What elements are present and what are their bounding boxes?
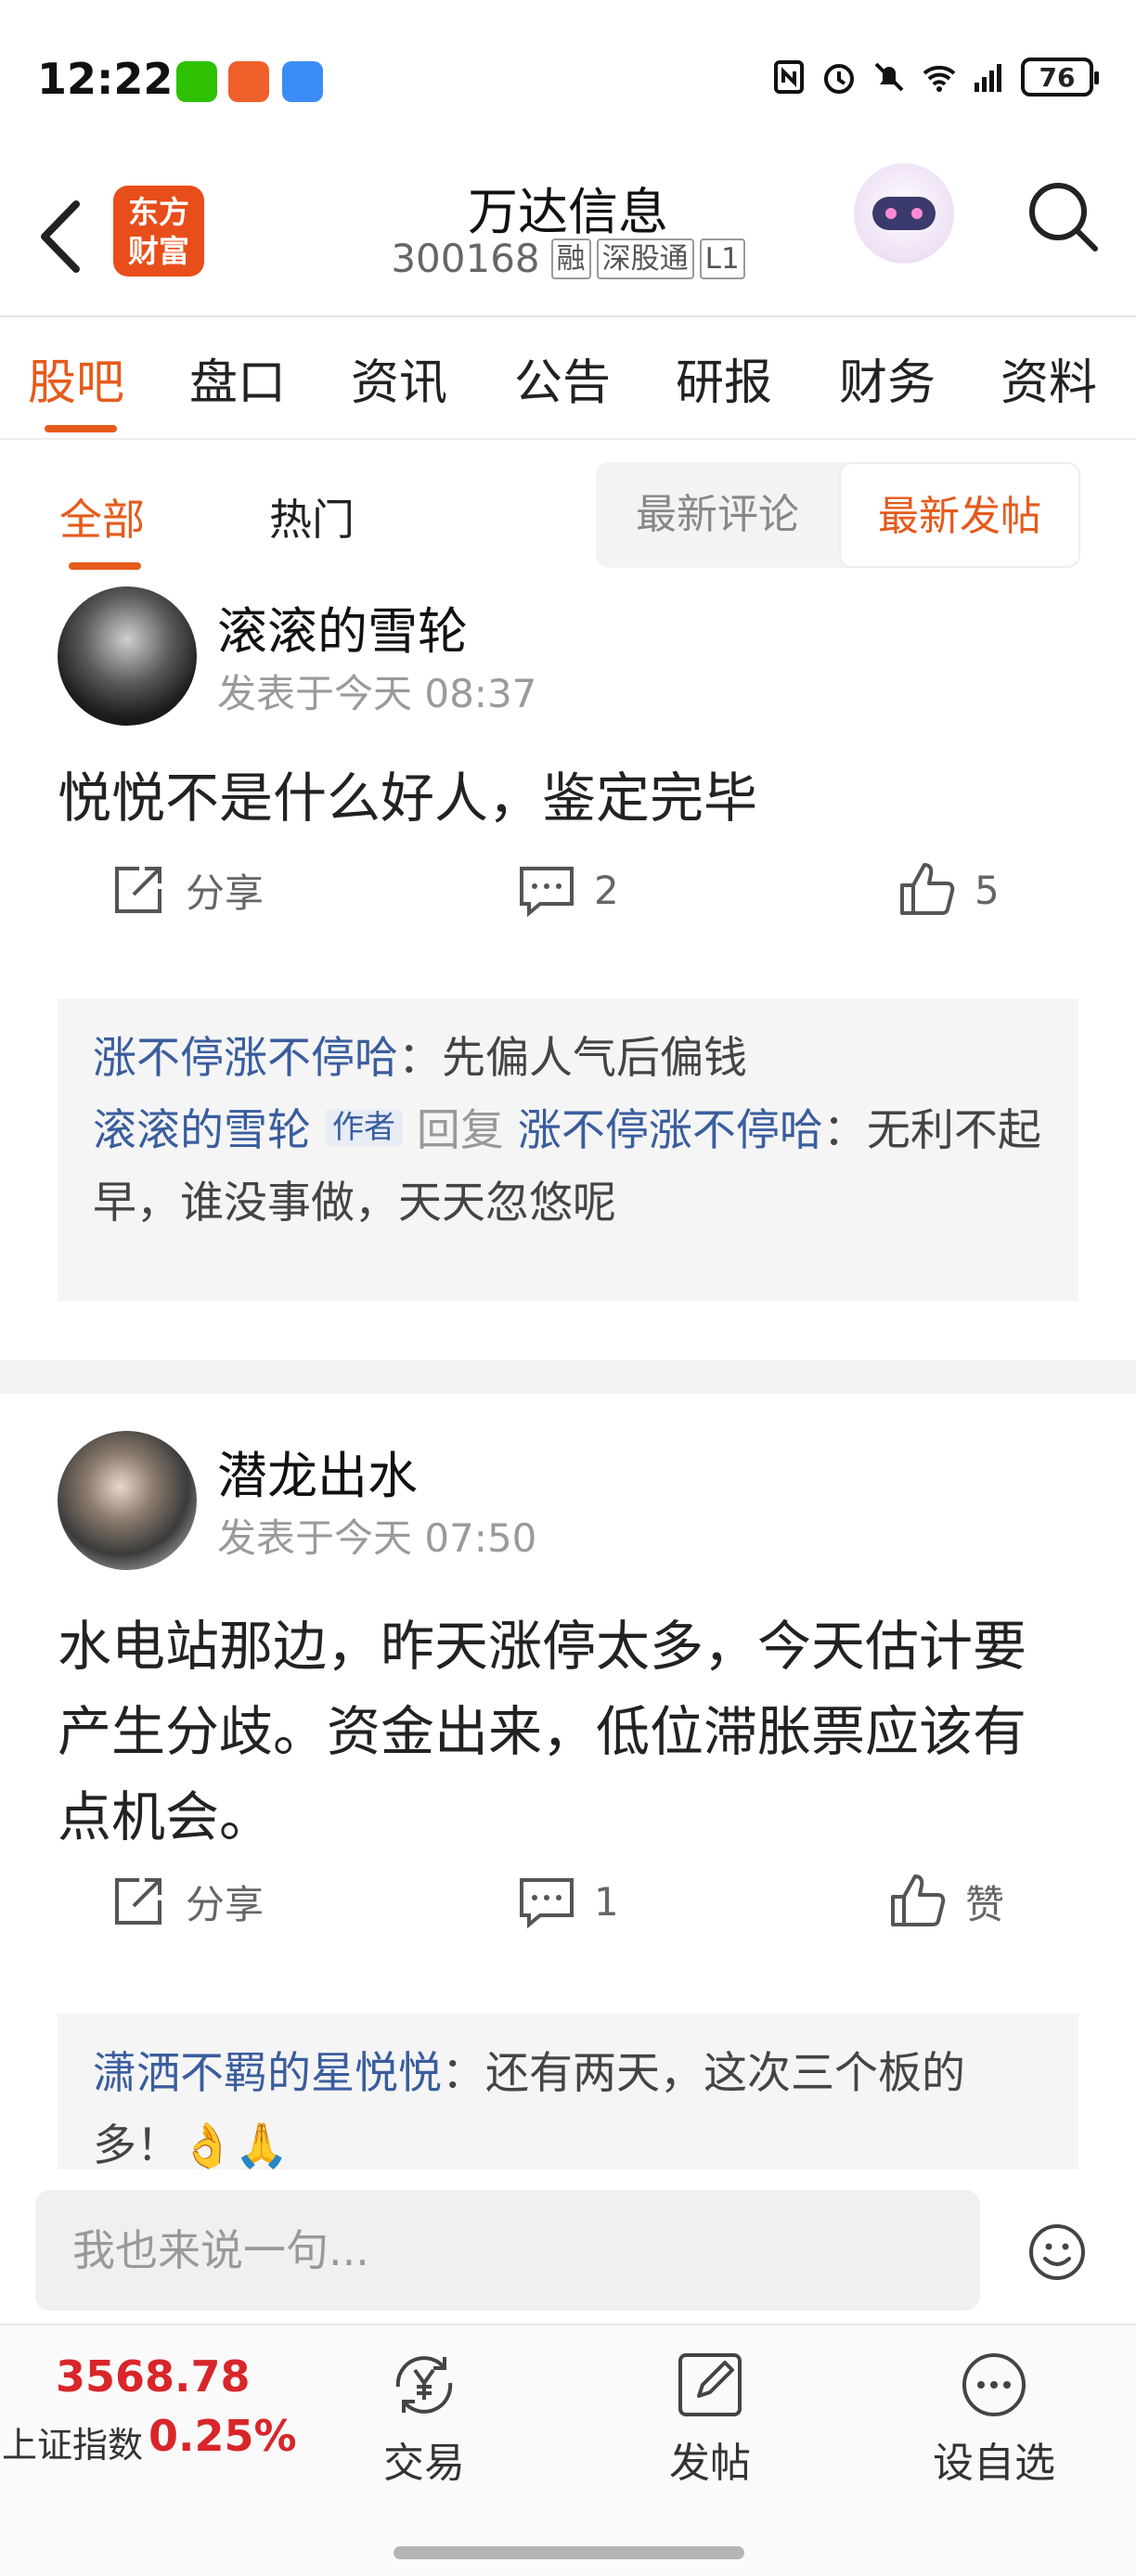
- filter-indicator: [69, 562, 141, 570]
- avatar[interactable]: [58, 586, 197, 726]
- stock-subtitle: 300168 融 深股通 L1: [0, 236, 1136, 281]
- share-label: 分享: [186, 1881, 265, 1927]
- like-button[interactable]: 5: [897, 859, 1000, 921]
- signal-icon: [975, 64, 1001, 92]
- bottom-bar: 3568.78 上证指数 0.25% 交易 发帖 设自选: [0, 2324, 1136, 2576]
- tab-research[interactable]: 研报: [676, 343, 772, 413]
- tab-finance[interactable]: 财务: [839, 343, 936, 413]
- tab-guba[interactable]: 股吧: [28, 343, 124, 413]
- comment-item: 潇洒不羁的星悦悦：还有两天，这次三个板的多！👌🙏: [93, 2038, 1043, 2170]
- status-time: 12:22: [37, 54, 174, 104]
- tag-margin: 融: [550, 238, 591, 279]
- share-button[interactable]: 分享: [108, 1871, 264, 1932]
- post-content[interactable]: 水电站那边，昨天涨停太多，今天估计要产生分歧。资金出来，低位滞胀票应该有点机会。: [58, 1604, 1041, 1860]
- emoji-icon[interactable]: [1026, 2222, 1088, 2283]
- index-name: 上证指数: [2, 2425, 144, 2466]
- battery-indicator: 76: [1021, 58, 1099, 97]
- wifi-icon: [923, 65, 956, 92]
- stock-tabs: 股吧 盘口 资讯 公告 研报 财务 资料: [0, 319, 1136, 440]
- assistant-robot-icon[interactable]: [854, 163, 954, 264]
- tab-announcements[interactable]: 公告: [514, 343, 611, 413]
- status-bar: 12:22 76: [0, 0, 1136, 158]
- share-label: 分享: [186, 869, 265, 916]
- comment-item: 涨不停涨不停哈：先偏人气后偏钱: [93, 1023, 1043, 1095]
- reply-word: 回复: [416, 1105, 504, 1156]
- post-time: 发表于今天 08:37: [217, 671, 537, 716]
- post-divider: [0, 1360, 1136, 1394]
- post-author[interactable]: 潜龙出水: [217, 1435, 418, 1508]
- comment-count: 2: [594, 867, 619, 913]
- like-label: 赞: [965, 1881, 1005, 1927]
- index-change: 0.25%: [148, 2411, 297, 2461]
- post-content[interactable]: 悦悦不是什么好人，鉴定完毕: [58, 755, 1041, 841]
- post-label: 发帖: [669, 2440, 751, 2487]
- filter-all[interactable]: 全部: [59, 486, 145, 547]
- thumbs-up-icon: [891, 1874, 946, 1926]
- filter-hot[interactable]: 热门: [269, 486, 355, 547]
- more-icon: [962, 2353, 1026, 2416]
- comment-user[interactable]: 潇洒不羁的星悦悦: [93, 2048, 442, 2099]
- post-author[interactable]: 滚滚的雪轮: [217, 590, 468, 663]
- comment-preview[interactable]: 涨不停涨不停哈：先偏人气后偏钱 滚滚的雪轮 作者 回复 涨不停涨不停哈：无利不起…: [58, 998, 1078, 1301]
- comment-preview[interactable]: 潇洒不羁的星悦悦：还有两天，这次三个板的多！👌🙏: [58, 2014, 1078, 2170]
- add-watchlist-label: 设自选: [933, 2440, 1055, 2487]
- share-icon: [115, 867, 161, 913]
- compose-icon: [678, 2353, 742, 2416]
- app-notification-icon: [228, 61, 269, 102]
- comment-icon: [520, 867, 574, 918]
- comment-user[interactable]: 滚滚的雪轮: [93, 1105, 311, 1156]
- tag-shenzhen-connect: 深股通: [596, 238, 694, 279]
- stock-name: 万达信息: [468, 183, 668, 241]
- share-icon: [115, 1878, 161, 1925]
- sort-toggle: 最新评论 最新发帖: [596, 462, 1080, 568]
- comment-user[interactable]: 涨不停涨不停哈: [93, 1033, 398, 1084]
- share-button[interactable]: 分享: [108, 859, 264, 921]
- sort-latest-post[interactable]: 最新发帖: [839, 462, 1080, 568]
- trade-button[interactable]: 交易: [336, 2346, 512, 2489]
- tab-pankou[interactable]: 盘口: [189, 343, 286, 413]
- comment-input[interactable]: 我也来说一句...: [35, 2190, 980, 2311]
- stock-header: 东方 财富 万达信息 300168 融 深股通 L1: [0, 158, 1136, 317]
- stock-code: 300168: [391, 236, 540, 281]
- comment-button[interactable]: 2: [516, 859, 619, 921]
- like-count: 5: [975, 867, 1000, 913]
- alarm-icon: [824, 64, 854, 94]
- tag-level: L1: [699, 238, 745, 279]
- comment-text: ：先偏人气后偏钱: [398, 1033, 747, 1084]
- home-indicator[interactable]: [394, 2546, 744, 2559]
- trade-label: 交易: [383, 2440, 465, 2487]
- author-badge: 作者: [324, 1109, 403, 1146]
- comment-button[interactable]: 1: [516, 1871, 619, 1932]
- active-tab-indicator: [45, 425, 117, 432]
- comment-item: 滚滚的雪轮 作者 回复 涨不停涨不停哈：无利不起早，谁没事做，天天忽悠呢: [93, 1095, 1043, 1240]
- post-filter: 全部 热门 最新评论 最新发帖: [0, 440, 1136, 579]
- index-value: 3568.78: [56, 2351, 251, 2402]
- comment-count: 1: [594, 1878, 619, 1925]
- message-app-icon: [282, 61, 323, 102]
- like-button[interactable]: 赞: [887, 1871, 1004, 1932]
- mute-icon: [874, 62, 904, 92]
- post-button[interactable]: 发帖: [622, 2346, 798, 2489]
- tab-profile[interactable]: 资料: [1000, 343, 1097, 413]
- trade-yen-icon: [395, 2356, 453, 2414]
- search-icon[interactable]: [1023, 176, 1103, 256]
- comment-icon: [520, 1878, 574, 1929]
- reply-target-user[interactable]: 涨不停涨不停哈: [518, 1105, 823, 1156]
- tab-news[interactable]: 资讯: [351, 343, 447, 413]
- nfc-icon: [774, 60, 804, 94]
- wechat-icon: [176, 61, 217, 102]
- thumbs-up-icon: [900, 863, 955, 915]
- avatar[interactable]: [58, 1431, 197, 1570]
- post-time: 发表于今天 07:50: [217, 1515, 537, 1561]
- add-watchlist-button[interactable]: 设自选: [906, 2346, 1082, 2489]
- sort-latest-comment[interactable]: 最新评论: [596, 462, 839, 568]
- comment-input-bar: 我也来说一句...: [0, 2170, 1136, 2324]
